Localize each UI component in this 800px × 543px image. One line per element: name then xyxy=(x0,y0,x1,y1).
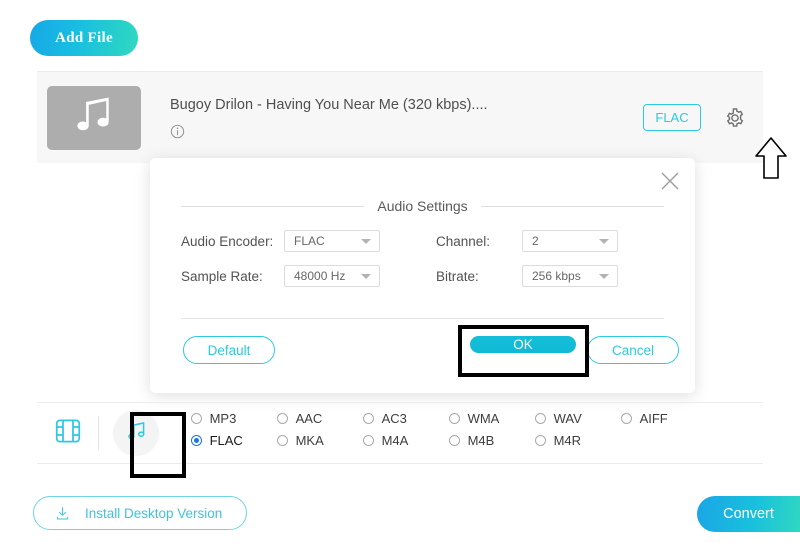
select-channel[interactable]: 2 xyxy=(522,230,618,252)
tab-divider xyxy=(98,416,99,450)
info-circle-icon[interactable] xyxy=(170,124,185,139)
format-option-wma[interactable]: WMA xyxy=(449,411,535,426)
radio-icon xyxy=(363,413,374,424)
select-audio-encoder-value: FLAC xyxy=(294,234,325,248)
format-option-m4b[interactable]: M4B xyxy=(449,433,535,448)
format-option-ac3[interactable]: AC3 xyxy=(363,411,449,426)
close-icon[interactable] xyxy=(656,167,684,195)
radio-icon xyxy=(621,413,632,424)
film-strip-icon xyxy=(53,416,83,451)
convert-button[interactable]: Convert xyxy=(697,496,800,532)
label-sample-rate: Sample Rate: xyxy=(181,269,284,284)
field-sample-rate: Sample Rate: 48000 Hz xyxy=(181,265,380,287)
format-option-label: AAC xyxy=(296,411,323,426)
install-desktop-version-button[interactable]: Install Desktop Version xyxy=(33,496,247,530)
chevron-down-icon xyxy=(361,239,371,244)
radio-icon xyxy=(535,435,546,446)
format-option-mka[interactable]: MKA xyxy=(277,433,363,448)
label-bitrate: Bitrate: xyxy=(436,269,522,284)
chevron-down-icon xyxy=(599,274,609,279)
chevron-down-icon xyxy=(599,239,609,244)
title-rule-left xyxy=(181,206,364,207)
radio-icon xyxy=(277,435,288,446)
audio-settings-dialog: Audio Settings Audio Encoder: FLAC Chann… xyxy=(150,158,695,393)
format-option-label: FLAC xyxy=(210,433,243,448)
format-option-aiff[interactable]: AIFF xyxy=(621,411,707,426)
field-channel: Channel: 2 xyxy=(436,230,618,252)
radio-icon xyxy=(277,413,288,424)
field-bitrate: Bitrate: 256 kbps xyxy=(436,265,618,287)
select-bitrate-value: 256 kbps xyxy=(532,269,581,283)
radio-icon xyxy=(191,413,202,424)
file-list-row: Bugoy Drilon - Having You Near Me (320 k… xyxy=(37,71,763,163)
format-radio-group: MP3 AAC AC3 WMA WAV AIFF FLAC MKA xyxy=(191,411,763,455)
format-option-label: WMA xyxy=(468,411,500,426)
title-rule-right xyxy=(481,206,664,207)
format-option-label: AC3 xyxy=(382,411,407,426)
download-icon xyxy=(54,505,71,522)
form-row-samplerate-bitrate: Sample Rate: 48000 Hz Bitrate: 256 kbps xyxy=(181,265,664,287)
install-button-label: Install Desktop Version xyxy=(85,506,222,521)
format-option-m4a[interactable]: M4A xyxy=(363,433,449,448)
format-option-label: MP3 xyxy=(210,411,237,426)
format-option-aac[interactable]: AAC xyxy=(277,411,363,426)
select-bitrate[interactable]: 256 kbps xyxy=(522,265,618,287)
output-format-bar: MP3 AAC AC3 WMA WAV AIFF FLAC MKA xyxy=(37,402,763,464)
radio-icon xyxy=(363,435,374,446)
tab-video[interactable] xyxy=(37,416,98,451)
ok-button[interactable]: OK xyxy=(470,336,576,353)
audio-settings-form: Audio Encoder: FLAC Channel: 2 Sample Ra… xyxy=(181,230,664,300)
format-option-wav[interactable]: WAV xyxy=(535,411,621,426)
radio-icon xyxy=(191,435,202,446)
dialog-divider xyxy=(181,318,664,319)
chevron-down-icon xyxy=(361,274,371,279)
select-sample-rate[interactable]: 48000 Hz xyxy=(284,265,380,287)
music-note-icon xyxy=(73,94,115,141)
select-sample-rate-value: 48000 Hz xyxy=(294,269,345,283)
music-note-icon xyxy=(123,418,149,449)
format-option-m4r[interactable]: M4R xyxy=(535,433,621,448)
file-thumbnail xyxy=(47,86,141,150)
radio-icon xyxy=(449,435,460,446)
label-audio-encoder: Audio Encoder: xyxy=(181,234,284,249)
format-option-label: WAV xyxy=(554,411,582,426)
select-audio-encoder[interactable]: FLAC xyxy=(284,230,380,252)
radio-icon xyxy=(535,413,546,424)
field-audio-encoder: Audio Encoder: FLAC xyxy=(181,230,380,252)
gear-icon[interactable] xyxy=(723,106,747,130)
default-button[interactable]: Default xyxy=(183,336,275,364)
file-title: Bugoy Drilon - Having You Near Me (320 k… xyxy=(170,97,643,113)
file-info: Bugoy Drilon - Having You Near Me (320 k… xyxy=(170,97,643,139)
label-channel: Channel: xyxy=(436,234,522,249)
select-channel-value: 2 xyxy=(532,234,539,248)
cancel-button[interactable]: Cancel xyxy=(587,336,679,364)
output-format-badge[interactable]: FLAC xyxy=(643,104,701,131)
format-option-label: AIFF xyxy=(640,411,668,426)
tab-audio[interactable] xyxy=(113,410,158,456)
format-option-mp3[interactable]: MP3 xyxy=(191,411,277,426)
format-option-label: M4B xyxy=(468,433,495,448)
dialog-title-row: Audio Settings xyxy=(181,198,664,214)
format-option-label: MKA xyxy=(296,433,324,448)
format-option-flac[interactable]: FLAC xyxy=(191,433,277,448)
format-option-label: M4R xyxy=(554,433,581,448)
form-row-encoder-channel: Audio Encoder: FLAC Channel: 2 xyxy=(181,230,664,252)
format-option-label: M4A xyxy=(382,433,409,448)
dialog-title: Audio Settings xyxy=(364,198,480,214)
radio-icon xyxy=(449,413,460,424)
add-file-button[interactable]: Add File xyxy=(30,20,138,56)
